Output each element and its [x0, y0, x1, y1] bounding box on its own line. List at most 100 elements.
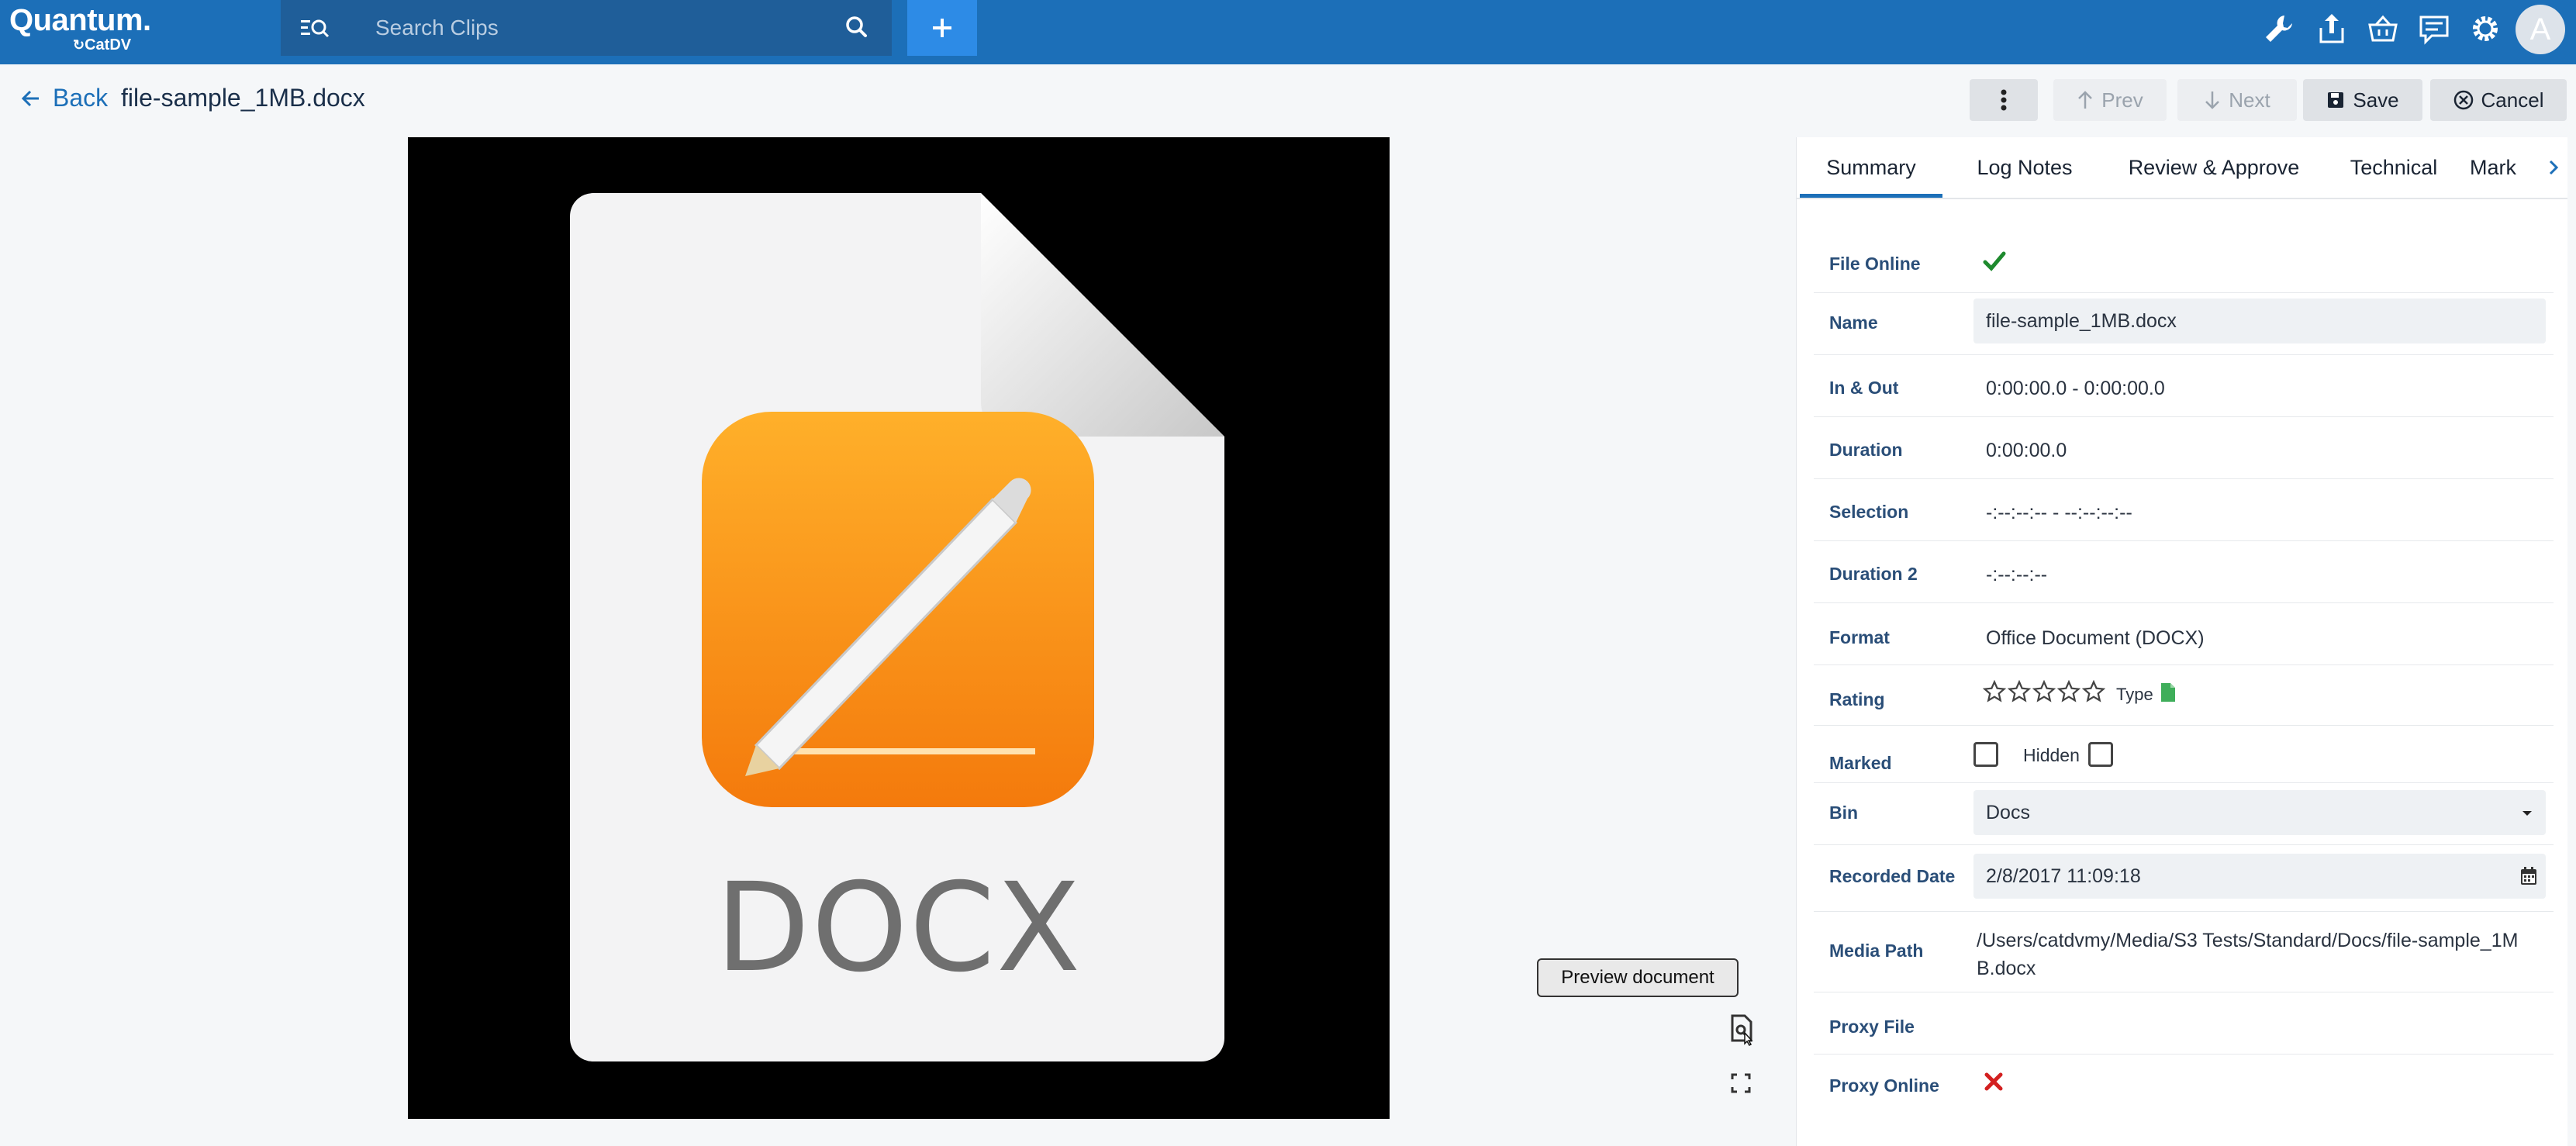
brand-product: ↻CatDV	[73, 37, 151, 53]
save-disk-icon	[2328, 92, 2344, 108]
close-circle-icon	[2453, 90, 2473, 110]
star-icon[interactable]	[2032, 680, 2056, 703]
share-icon[interactable]	[2314, 11, 2350, 47]
proxy-online-label: Proxy Online	[1829, 1075, 1939, 1096]
rating-stars[interactable]	[1983, 680, 2105, 703]
field-media-path: Media Path /Users/catdvmy/Media/S3 Tests…	[1814, 911, 2554, 992]
arrow-left-icon	[21, 90, 39, 106]
format-label: Format	[1829, 627, 1890, 647]
field-bin: Bin Docs	[1814, 782, 2554, 845]
tab-markers[interactable]: Mark	[2470, 137, 2535, 198]
field-recorded-date: Recorded Date 2/8/2017 11:09:18	[1814, 844, 2554, 912]
fullscreen-button[interactable]	[1721, 1064, 1760, 1103]
brand-product-label: CatDV	[85, 36, 132, 54]
settings-gear-icon[interactable]	[2467, 11, 2503, 47]
tab-summary[interactable]: Summary	[1800, 137, 1942, 198]
comments-icon[interactable]	[2416, 11, 2452, 47]
tab-technical[interactable]: Technical	[2327, 137, 2460, 198]
duration-2-label: Duration 2	[1829, 564, 1918, 584]
name-input[interactable]: file-sample_1MB.docx	[1973, 299, 2546, 343]
offline-x-icon	[1984, 1072, 2003, 1091]
star-icon[interactable]	[2008, 680, 2031, 703]
name-value: file-sample_1MB.docx	[1986, 310, 2177, 332]
type-label: Type	[2116, 685, 2153, 704]
field-duration: Duration 0:00:00.0	[1814, 416, 2554, 479]
catdv-logo-icon: ↻	[73, 37, 85, 53]
in-out-value: 0:00:00.0 - 0:00:00.0	[1986, 378, 2165, 399]
back-label: Back	[53, 84, 109, 112]
field-file-online: File Online	[1814, 230, 2554, 293]
marked-label: Marked	[1829, 753, 1892, 773]
media-path-label: Media Path	[1829, 941, 1924, 961]
calendar-icon[interactable]	[2519, 866, 2538, 886]
search-filter-icon[interactable]	[299, 14, 330, 42]
media-path-line-1: /Users/catdvmy/Media/S3 Tests/Standard/D…	[1977, 930, 2519, 951]
basket-icon[interactable]	[2365, 11, 2401, 47]
field-duration-2: Duration 2 -:--:--:--	[1814, 540, 2554, 603]
rating-label: Rating	[1829, 689, 1885, 709]
preview-document-button[interactable]	[1721, 1010, 1760, 1048]
tabs-scroll-right-button[interactable]	[2540, 137, 2567, 198]
prev-label: Prev	[2101, 88, 2143, 112]
hidden-label: Hidden	[2023, 745, 2080, 765]
save-button[interactable]: Save	[2303, 79, 2422, 121]
file-online-label: File Online	[1829, 254, 1921, 274]
user-avatar[interactable]: A	[2516, 5, 2565, 54]
search-input[interactable]	[357, 0, 822, 56]
fullscreen-expand-icon	[1731, 1073, 1751, 1093]
star-icon[interactable]	[2057, 680, 2080, 703]
search-button[interactable]	[822, 0, 892, 56]
duration-2-value: -:--:--:--	[1986, 564, 2048, 585]
cancel-label: Cancel	[2481, 88, 2544, 112]
bin-label: Bin	[1829, 803, 1859, 823]
marked-checkbox[interactable]	[1973, 742, 1998, 767]
document-type-icon	[2161, 683, 2175, 702]
star-icon[interactable]	[1983, 680, 2006, 703]
recorded-date-input[interactable]: 2/8/2017 11:09:18	[1973, 854, 2546, 899]
cancel-button[interactable]: Cancel	[2430, 79, 2567, 121]
proxy-file-label: Proxy File	[1829, 1017, 1915, 1037]
file-title: file-sample_1MB.docx	[121, 84, 365, 112]
search-icon	[846, 16, 867, 37]
back-link[interactable]: Back	[20, 84, 108, 112]
tab-log-notes[interactable]: Log Notes	[1949, 137, 2101, 198]
recorded-date-label: Recorded Date	[1829, 866, 1956, 886]
details-tabs: Summary Log Notes Review & Approve Techn…	[1797, 137, 2567, 199]
plus-icon	[933, 19, 951, 37]
next-button[interactable]: Next	[2177, 79, 2297, 121]
field-proxy-file: Proxy File	[1814, 992, 2554, 1055]
field-in-out: In & Out 0:00:00.0 - 0:00:00.0	[1814, 354, 2554, 417]
media-preview[interactable]: DOCX	[408, 137, 1390, 1119]
format-value: Office Document (DOCX)	[1986, 627, 2205, 649]
kebab-menu-icon	[2001, 89, 2007, 111]
field-selection: Selection -:--:--:-- - --:--:--:--	[1814, 478, 2554, 541]
field-proxy-online: Proxy Online	[1814, 1054, 2554, 1116]
prev-button[interactable]: Prev	[2053, 79, 2167, 121]
in-out-label: In & Out	[1829, 378, 1899, 398]
duration-label: Duration	[1829, 440, 1903, 460]
tab-review-approve[interactable]: Review & Approve	[2107, 137, 2321, 198]
field-format: Format Office Document (DOCX)	[1814, 602, 2554, 665]
chevron-down-icon	[2522, 811, 2532, 816]
add-button[interactable]	[907, 0, 977, 56]
hidden-checkbox[interactable]	[2088, 742, 2113, 767]
preview-tooltip: Preview document	[1537, 958, 1739, 997]
online-check-icon	[1983, 251, 2006, 271]
next-label: Next	[2229, 88, 2270, 112]
field-rating: Rating Type	[1814, 664, 2554, 726]
brand-logo[interactable]: Quantum. ↻CatDV	[9, 3, 151, 53]
field-marked: Marked Hidden	[1814, 725, 2554, 783]
selection-value: -:--:--:-- - --:--:--:--	[1986, 502, 2132, 523]
recorded-date-value: 2/8/2017 11:09:18	[1986, 865, 2141, 887]
arrow-up-icon	[2078, 91, 2093, 109]
more-options-button[interactable]	[1970, 79, 2038, 121]
bin-value: Docs	[1986, 802, 2030, 823]
bin-select[interactable]: Docs	[1973, 790, 2546, 835]
file-type-label: DOCX	[715, 857, 1083, 999]
star-icon[interactable]	[2082, 680, 2105, 703]
name-label: Name	[1829, 312, 1878, 333]
wrench-icon[interactable]	[2261, 11, 2297, 47]
chevron-right-icon	[2549, 160, 2559, 175]
save-label: Save	[2353, 88, 2399, 112]
field-name: Name file-sample_1MB.docx	[1814, 292, 2554, 355]
